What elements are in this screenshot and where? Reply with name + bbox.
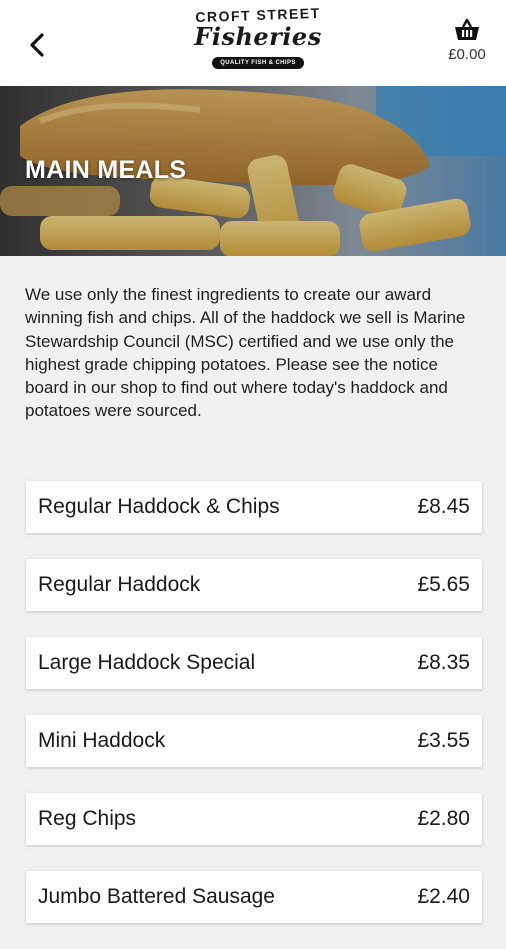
menu-item[interactable]: Large Haddock Special £8.35	[26, 637, 482, 689]
menu-item-price: £2.40	[417, 885, 470, 908]
category-title: MAIN MEALS	[25, 156, 187, 184]
menu-item-price: £8.45	[417, 495, 470, 518]
menu-item-name: Mini Haddock	[38, 729, 166, 752]
menu-item[interactable]: Regular Haddock & Chips £8.45	[26, 481, 482, 533]
logo-line-2: Fisheries	[194, 22, 322, 51]
menu-item-name: Reg Chips	[38, 807, 137, 830]
app-header: CROFT STREET Fisheries QUALITY FISH & CH…	[0, 0, 506, 86]
basket-total: £0.00	[448, 46, 486, 63]
menu-item-name: Large Haddock Special	[38, 651, 256, 674]
menu-item-name: Jumbo Battered Sausage	[38, 885, 275, 908]
menu-item[interactable]: Reg Chips £2.80	[26, 793, 482, 845]
menu-list: Regular Haddock & Chips £8.45 Regular Hadd…	[26, 481, 482, 949]
brand-logo: CROFT STREET Fisheries QUALITY FISH & CH…	[188, 5, 328, 78]
basket-icon	[455, 18, 479, 40]
menu-item-price: £5.65	[417, 573, 470, 596]
menu-item-name: Regular Haddock	[38, 573, 201, 596]
back-button[interactable]	[22, 28, 52, 62]
basket-button[interactable]: £0.00	[442, 14, 492, 68]
menu-item-price: £3.55	[417, 729, 470, 752]
chevron-left-icon	[30, 33, 44, 57]
menu-item[interactable]: Jumbo Battered Sausage £2.40	[26, 871, 482, 923]
menu-item[interactable]: Regular Haddock £5.65	[26, 559, 482, 611]
category-description: We use only the finest ingredients to cr…	[25, 285, 466, 421]
menu-item-name: Regular Haddock & Chips	[38, 495, 280, 518]
menu-item[interactable]: Mini Haddock £3.55	[26, 715, 482, 767]
category-hero-banner: MAIN MEALS	[0, 86, 506, 256]
logo-tagline: QUALITY FISH & CHIPS	[212, 57, 304, 69]
menu-item-price: £8.35	[417, 651, 470, 674]
menu-item-price: £2.80	[417, 807, 470, 830]
